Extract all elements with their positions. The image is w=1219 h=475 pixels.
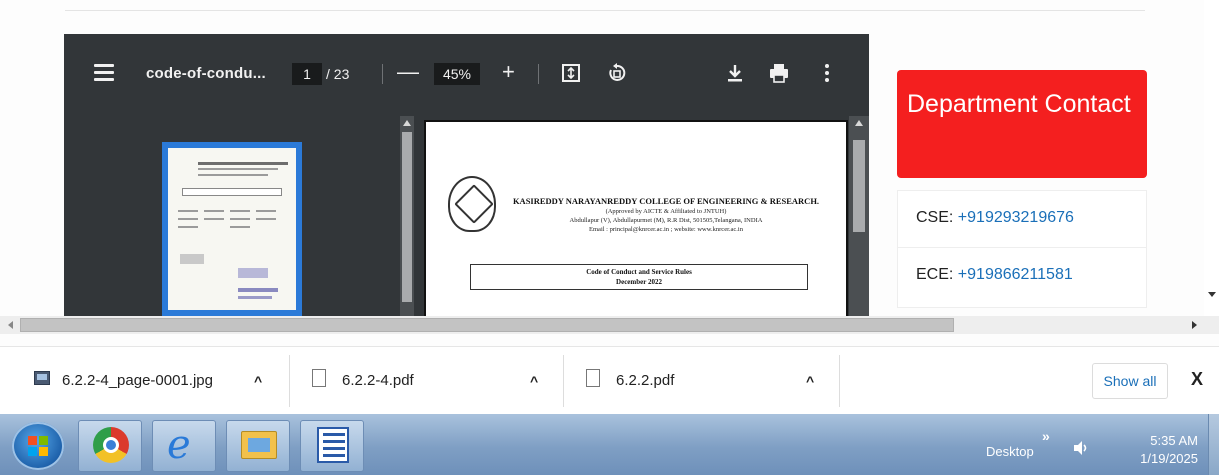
scroll-left-arrow-icon[interactable]	[8, 321, 13, 329]
taskbar-chrome-button[interactable]	[78, 420, 142, 472]
more-options-icon[interactable]	[816, 62, 838, 84]
page-scrollbar[interactable]	[1204, 0, 1219, 316]
download-filename: 6.2.2-4_page-0001.jpg	[62, 372, 213, 389]
image-file-icon	[34, 371, 50, 385]
contact-divider	[898, 247, 1146, 248]
page-number-input[interactable]: 1	[292, 63, 322, 85]
zoom-level-input[interactable]: 45%	[434, 63, 480, 85]
page-thumbnail[interactable]	[162, 142, 302, 316]
menu-icon[interactable]	[94, 64, 114, 81]
chrome-icon	[93, 427, 129, 463]
pdf-file-icon	[586, 369, 600, 387]
thumbnail-scrollbar[interactable]	[400, 116, 414, 316]
approval-text: (Approved by AICTE & Affiliated to JNTUH…	[605, 208, 727, 215]
page-divider	[65, 10, 1145, 11]
contact-label: ECE:	[916, 266, 954, 283]
college-logo	[448, 176, 496, 232]
download-filename: 6.2.2.pdf	[616, 372, 675, 389]
scroll-up-arrow-icon[interactable]	[403, 120, 411, 126]
internet-explorer-icon: e	[167, 422, 191, 468]
fit-page-icon[interactable]	[560, 62, 582, 84]
college-name: KASIREDDY NARAYANREDDY COLLEGE OF ENGINE…	[512, 196, 820, 206]
taskbar-explorer-button[interactable]	[226, 420, 290, 472]
download-divider	[839, 355, 840, 407]
clock-date: 1/19/2025	[1140, 451, 1198, 466]
phone-link[interactable]: +919293219676	[958, 209, 1074, 226]
close-downloads-button[interactable]: X	[1191, 369, 1203, 390]
contact-text: Email : principal@knrcer.ac.in ; website…	[589, 226, 743, 233]
zoom-in-button[interactable]: +	[502, 60, 515, 84]
department-contact-header: Department Contact	[897, 70, 1147, 178]
start-button[interactable]	[12, 422, 64, 470]
download-filename: 6.2.2-4.pdf	[342, 372, 414, 389]
document-heading: Code of Conduct and Service Rules	[586, 268, 692, 276]
phone-link[interactable]: +919866211581	[958, 266, 1073, 283]
windows-logo-icon	[28, 436, 48, 456]
clock[interactable]: 5:35 AM 1/19/2025	[1128, 432, 1198, 468]
scrollbar-thumb[interactable]	[20, 318, 954, 332]
taskbar-ie-button[interactable]: e	[152, 420, 216, 472]
contact-list: CSE: +919293219676 ECE: +919866211581	[897, 190, 1147, 308]
print-icon[interactable]	[768, 62, 790, 84]
download-item[interactable]: 6.2.2-4.pdf ^	[290, 347, 562, 415]
downloads-bar: 6.2.2-4_page-0001.jpg ^ 6.2.2-4.pdf ^ 6.…	[0, 346, 1219, 414]
scrollbar-thumb[interactable]	[402, 132, 412, 302]
download-menu-caret[interactable]: ^	[254, 373, 262, 389]
toolbar-expand-icon[interactable]: »	[1042, 428, 1050, 444]
file-explorer-icon	[241, 431, 277, 459]
page-total: / 23	[326, 66, 350, 82]
scroll-right-arrow-icon[interactable]	[1192, 321, 1197, 329]
document-heading-box: Code of Conduct and Service Rules Decemb…	[470, 264, 808, 290]
document-title: code-of-condu...	[146, 65, 266, 82]
document-page[interactable]: KASIREDDY NARAYANREDDY COLLEGE OF ENGINE…	[424, 120, 848, 316]
download-menu-caret[interactable]: ^	[806, 373, 814, 389]
toolbar-divider	[538, 64, 539, 84]
horizontal-scrollbar[interactable]	[0, 316, 1219, 334]
desktop-toolbar-label[interactable]: Desktop	[986, 444, 1034, 459]
clock-time: 5:35 AM	[1150, 433, 1198, 448]
download-menu-caret[interactable]: ^	[530, 373, 538, 389]
taskbar-word-button[interactable]	[300, 420, 364, 472]
screen: code-of-condu... 1 / 23 — 45% + KASIREDD…	[0, 0, 1219, 475]
pdf-viewer[interactable]: code-of-condu... 1 / 23 — 45% + KASIREDD…	[64, 34, 869, 316]
toolbar-divider	[382, 64, 383, 84]
pdf-file-icon	[312, 369, 326, 387]
download-item[interactable]: 6.2.2-4_page-0001.jpg ^	[0, 347, 290, 415]
pdf-toolbar: code-of-condu... 1 / 23 — 45% +	[64, 34, 869, 116]
taskbar: e Desktop » 5:35 AM 1/19/2025	[0, 414, 1219, 475]
download-item[interactable]: 6.2.2.pdf ^	[564, 347, 838, 415]
rotate-icon[interactable]	[606, 62, 628, 84]
thumbnail-content	[168, 148, 296, 310]
document-date: December 2022	[616, 278, 662, 286]
volume-icon[interactable]	[1072, 440, 1090, 460]
scroll-down-arrow-icon[interactable]	[1208, 292, 1216, 297]
show-desktop-button[interactable]	[1208, 414, 1219, 475]
document-scrollbar[interactable]	[849, 116, 869, 316]
zoom-out-button[interactable]: —	[397, 60, 419, 84]
scrollbar-thumb[interactable]	[853, 140, 865, 232]
contact-ece: ECE: +919866211581	[916, 266, 1073, 284]
contact-cse: CSE: +919293219676	[916, 209, 1074, 227]
word-icon	[317, 427, 349, 463]
scroll-up-arrow-icon[interactable]	[855, 120, 863, 126]
show-all-button[interactable]: Show all	[1092, 363, 1168, 399]
contact-label: CSE:	[916, 209, 954, 226]
download-icon[interactable]	[724, 62, 746, 84]
address-text: Abdullapur (V), Abdullapurmet (M), R.R D…	[569, 217, 763, 224]
